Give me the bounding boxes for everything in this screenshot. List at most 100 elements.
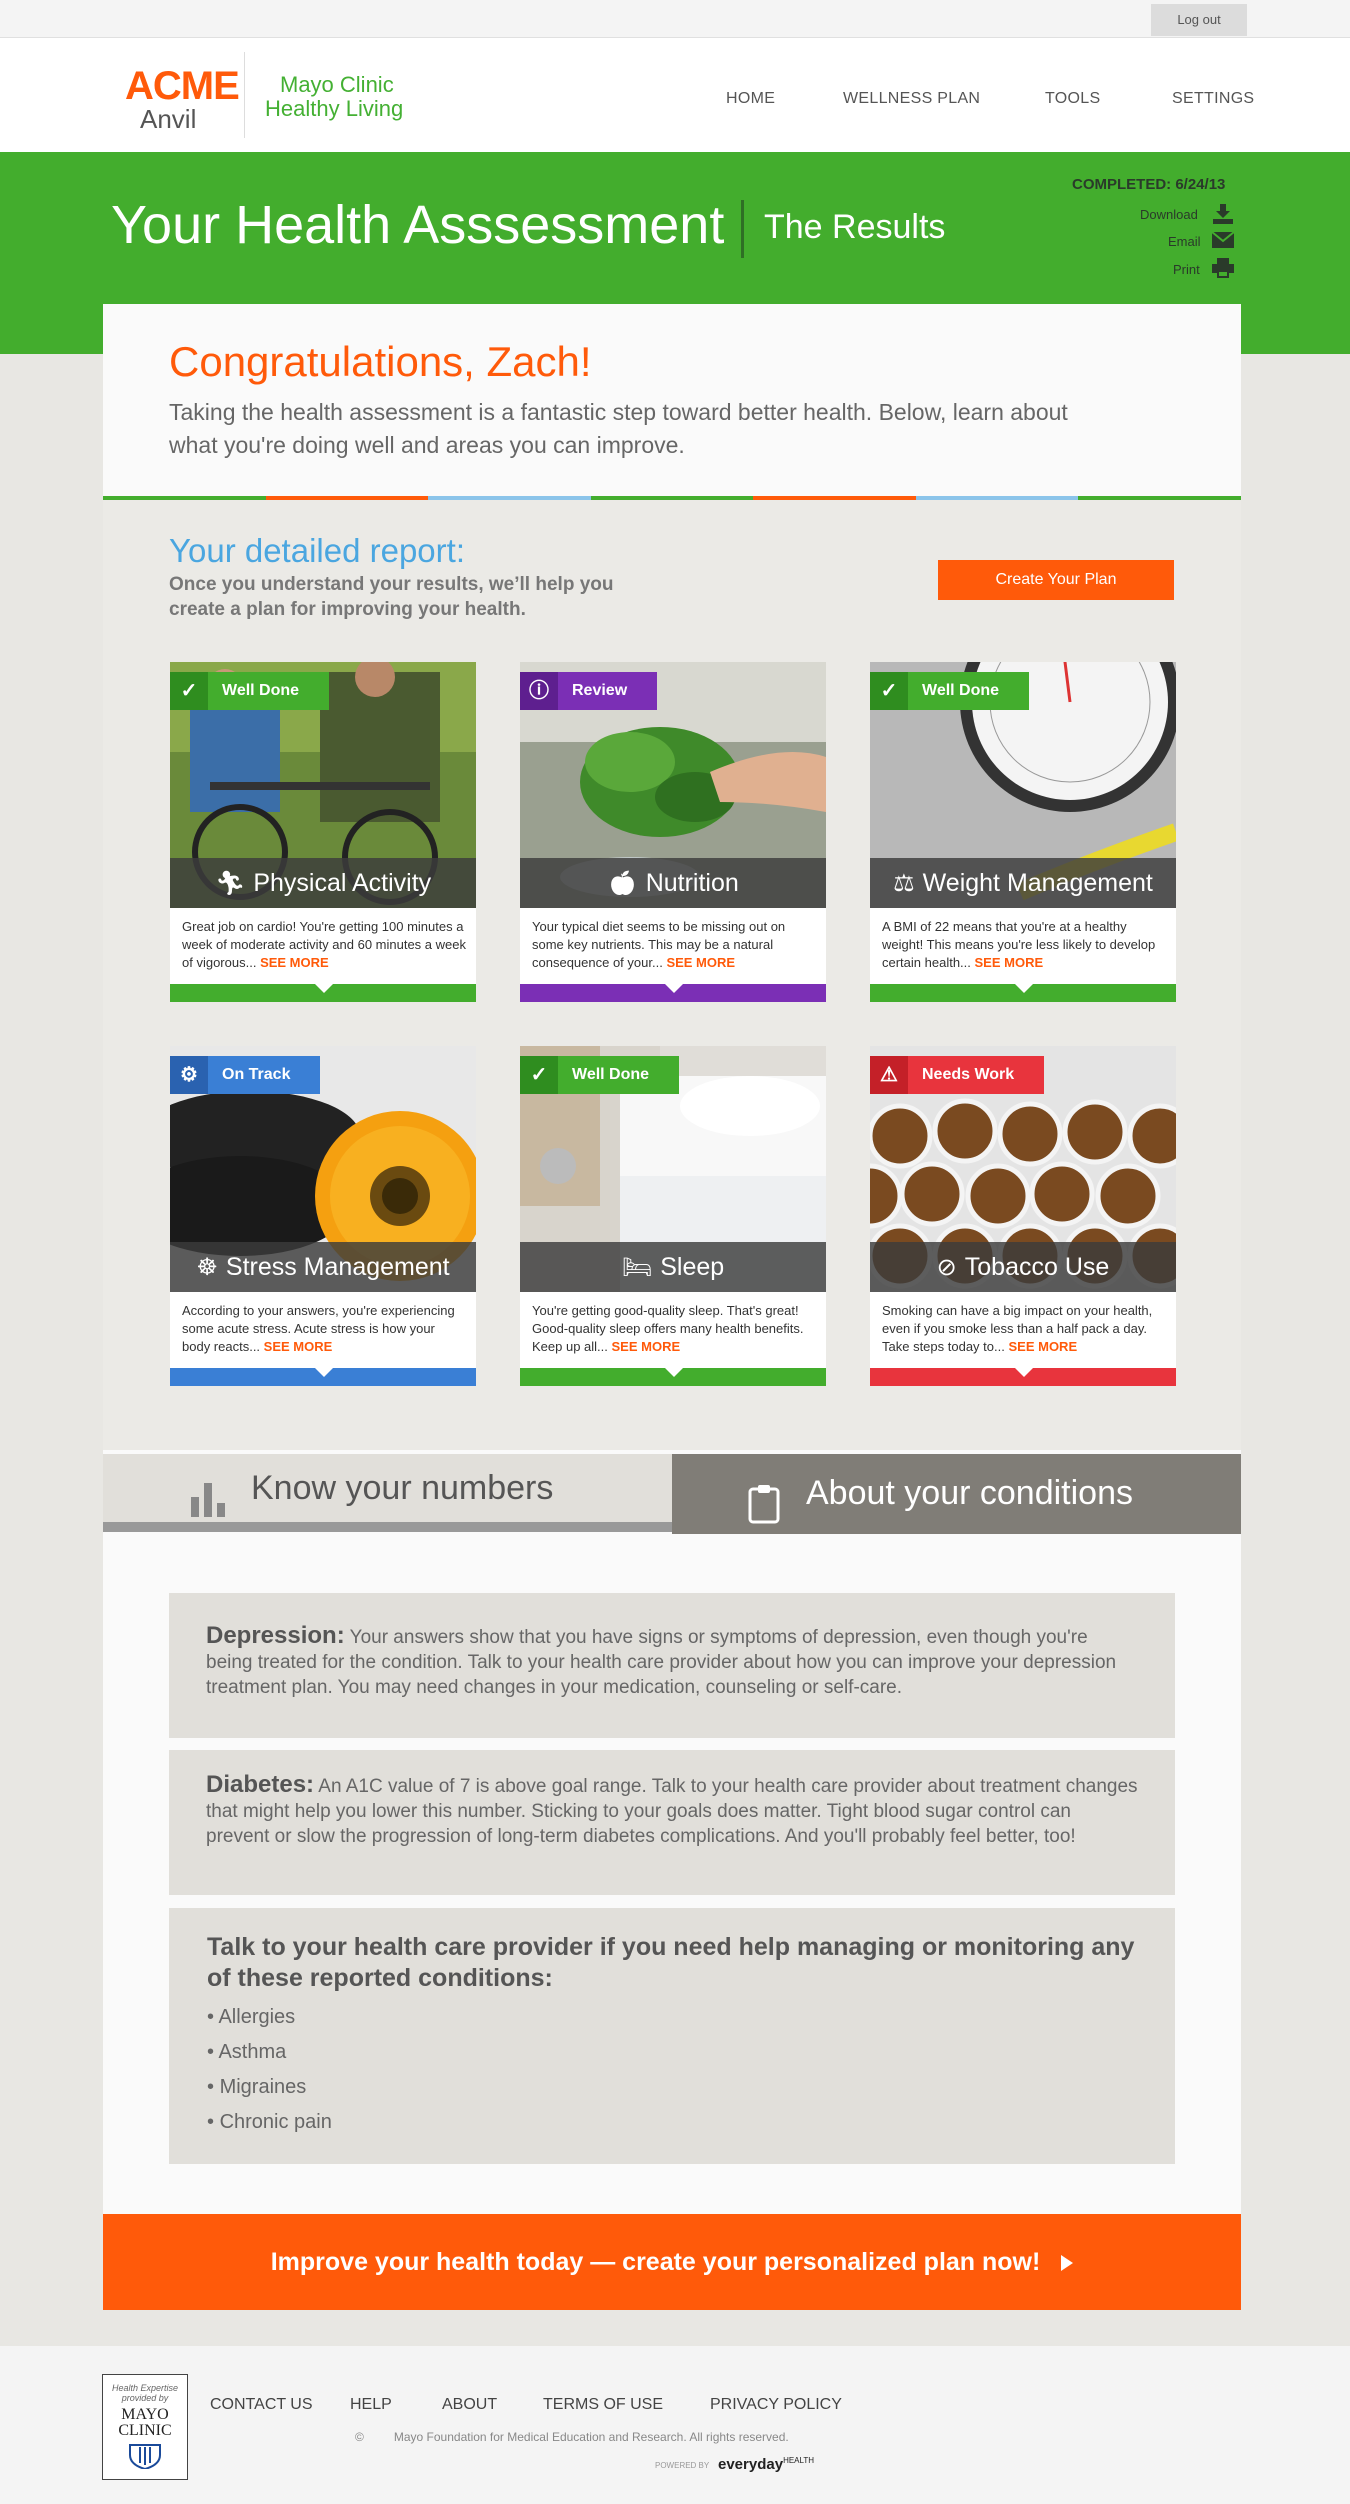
- card-title: 🛏︎ Sleep: [520, 1242, 826, 1292]
- list-item: • Chronic pain: [207, 2111, 332, 2133]
- footer-contact-us[interactable]: CONTACT US: [210, 2396, 313, 2414]
- see-more-link[interactable]: SEE MORE: [975, 955, 1044, 970]
- footer-terms[interactable]: TERMS OF USE: [543, 2396, 663, 2414]
- card-physical-activity[interactable]: ✓ Well Done 🏃︎ Physical Activity Great jo…: [170, 662, 476, 1002]
- badge-label: Review: [572, 682, 628, 699]
- list-item-text: Allergies: [218, 2006, 296, 2028]
- copyright-symbol: ©: [355, 2430, 364, 2444]
- status-badge: ✓ Well Done: [520, 1056, 680, 1094]
- card-title-text: Weight Management: [922, 869, 1153, 897]
- nav-home[interactable]: HOME: [726, 90, 775, 108]
- completed-date: COMPLETED: 6/24/13: [1072, 176, 1226, 193]
- cta-label: Improve your health today — create your …: [270, 2248, 1041, 2276]
- card-notch: [315, 984, 333, 993]
- card-notch: [1015, 1368, 1033, 1377]
- report-title: Your detailed report:: [169, 532, 465, 569]
- greeting: Congratulations, Zach!: [169, 338, 592, 385]
- card-title: ⊘ Tobacco Use: [870, 1242, 1176, 1292]
- title-divider: [741, 200, 744, 258]
- nav-wellness-plan[interactable]: WELLNESS PLAN: [843, 90, 980, 108]
- checkmark-icon: ✓: [870, 672, 908, 710]
- no-smoking-icon: ⊘: [936, 1254, 957, 1281]
- email-icon[interactable]: [1211, 231, 1235, 251]
- status-badge: ✓ Well Done: [870, 672, 1030, 710]
- copyright: © Mayo Foundation for Medical Education …: [355, 2430, 789, 2444]
- everyday-health-logo[interactable]: everydayHEALTH: [718, 2456, 814, 2473]
- card-title-text: Physical Activity: [253, 869, 432, 897]
- card-notch: [315, 1368, 333, 1377]
- card-summary-text: Your typical diet seems to be missing ou…: [532, 919, 786, 970]
- badge-label: Well Done: [572, 1066, 650, 1083]
- nav-settings[interactable]: SETTINGS: [1172, 90, 1254, 108]
- status-badge: ⚠ Needs Work: [870, 1056, 1045, 1094]
- footer-privacy[interactable]: PRIVACY POLICY: [710, 2396, 842, 2414]
- tab-about-your-conditions[interactable]: About your conditions: [672, 1454, 1241, 1534]
- see-more-link[interactable]: SEE MORE: [666, 955, 735, 970]
- card-summary: According to your answers, you're experi…: [182, 1302, 466, 1356]
- logout-button[interactable]: Log out: [1151, 4, 1247, 36]
- site-footer: Health Expertise provided by MAYO CLINIC…: [0, 2346, 1350, 2504]
- badge-label: Well Done: [222, 682, 300, 699]
- badge-label: On Track: [222, 1066, 291, 1083]
- detailed-report: Your detailed report: Once you understan…: [103, 500, 1241, 1450]
- card-sleep[interactable]: ✓ Well Done 🛏︎ Sleep You're getting good-…: [520, 1046, 826, 1386]
- everyday-text: everyday: [718, 2456, 784, 2473]
- meditation-icon: ☸: [196, 1254, 218, 1281]
- brand-logo[interactable]: ACME: [125, 64, 240, 109]
- download-icon[interactable]: [1212, 204, 1234, 227]
- powered-by-label: POWERED BY: [655, 2461, 710, 2470]
- conditions-list: • Allergies • Asthma • Migraines • Chron…: [207, 2000, 1137, 2140]
- printer-icon[interactable]: [1212, 258, 1234, 281]
- card-title: 🏃︎ Physical Activity: [170, 858, 476, 908]
- card-title-text: Nutrition: [645, 869, 739, 897]
- list-item: • Asthma: [207, 2041, 287, 2063]
- footer-help[interactable]: HELP: [350, 2396, 392, 2414]
- status-badge: ⚙ On Track: [170, 1056, 321, 1094]
- card-tobacco-use[interactable]: ⚠ Needs Work ⊘ Tobacco Use Smoking can ha…: [870, 1046, 1176, 1386]
- status-badge: ✓ Well Done: [170, 672, 330, 710]
- diabetes-title: Diabetes:: [206, 1771, 315, 1798]
- depression-title: Depression:: [206, 1622, 345, 1649]
- print-link[interactable]: Print: [1173, 262, 1200, 277]
- copyright-text: Mayo Foundation for Medical Education an…: [393, 2430, 789, 2444]
- card-summary: A BMI of 22 means that you're at a healt…: [882, 918, 1166, 972]
- header-divider: [244, 52, 245, 138]
- depression-text-block: Depression: Your answers show that you h…: [206, 1623, 1138, 1700]
- list-item-text: Asthma: [218, 2041, 287, 2063]
- scale-icon: ⚖: [893, 870, 915, 897]
- email-link[interactable]: Email: [1168, 234, 1201, 249]
- card-summary: Great job on cardio! You're getting 100 …: [182, 918, 466, 972]
- card-summary: Smoking can have a big impact on your he…: [882, 1302, 1166, 1356]
- tab-label: About your conditions: [806, 1474, 1133, 1512]
- card-notch: [665, 1368, 683, 1377]
- create-plan-button[interactable]: Create Your Plan: [938, 560, 1174, 600]
- diabetes-text: An A1C value of 7 is above goal range. T…: [206, 1776, 1138, 1847]
- footer-about[interactable]: ABOUT: [442, 2396, 497, 2414]
- diabetes-block: Diabetes: An A1C value of 7 is above goa…: [169, 1750, 1175, 1895]
- list-item-text: Migraines: [219, 2076, 307, 2098]
- tab-know-your-numbers[interactable]: Know your numbers: [103, 1454, 672, 1522]
- mayo-clinic-badge[interactable]: Health Expertise provided by MAYO CLINIC: [102, 2374, 188, 2480]
- see-more-link[interactable]: SEE MORE: [264, 1339, 333, 1354]
- download-link[interactable]: Download: [1140, 207, 1198, 222]
- list-item: • Migraines: [207, 2076, 307, 2098]
- see-more-link[interactable]: SEE MORE: [1008, 1339, 1077, 1354]
- see-more-link[interactable]: SEE MORE: [612, 1339, 681, 1354]
- running-icon: 🏃︎: [214, 870, 246, 897]
- card-stress-management[interactable]: ⚙ On Track ☸ Stress Management According …: [170, 1046, 476, 1386]
- see-more-link[interactable]: SEE MORE: [260, 955, 329, 970]
- apple-icon: 🍎︎: [607, 870, 638, 897]
- nav-tools[interactable]: TOOLS: [1045, 90, 1100, 108]
- tab-underline: [103, 1522, 672, 1532]
- card-title-text: Stress Management: [225, 1253, 450, 1281]
- checkmark-icon: ✓: [520, 1056, 558, 1094]
- brand-sub: Anvil: [140, 104, 197, 134]
- checkmark-icon: ✓: [170, 672, 208, 710]
- clipboard-icon: [748, 1474, 780, 1552]
- card-nutrition[interactable]: ⓘ Review 🍎︎ Nutrition Your typical diet s…: [520, 662, 826, 1002]
- section-tabs: Know your numbers About your conditions: [103, 1454, 1241, 1534]
- create-plan-cta[interactable]: Improve your health today — create your …: [103, 2214, 1241, 2310]
- card-title: ☸ Stress Management: [170, 1242, 476, 1292]
- warning-icon: ⚠: [870, 1056, 908, 1094]
- card-weight-management[interactable]: ✓ Well Done ⚖ Weight Management A BMI of …: [870, 662, 1176, 1002]
